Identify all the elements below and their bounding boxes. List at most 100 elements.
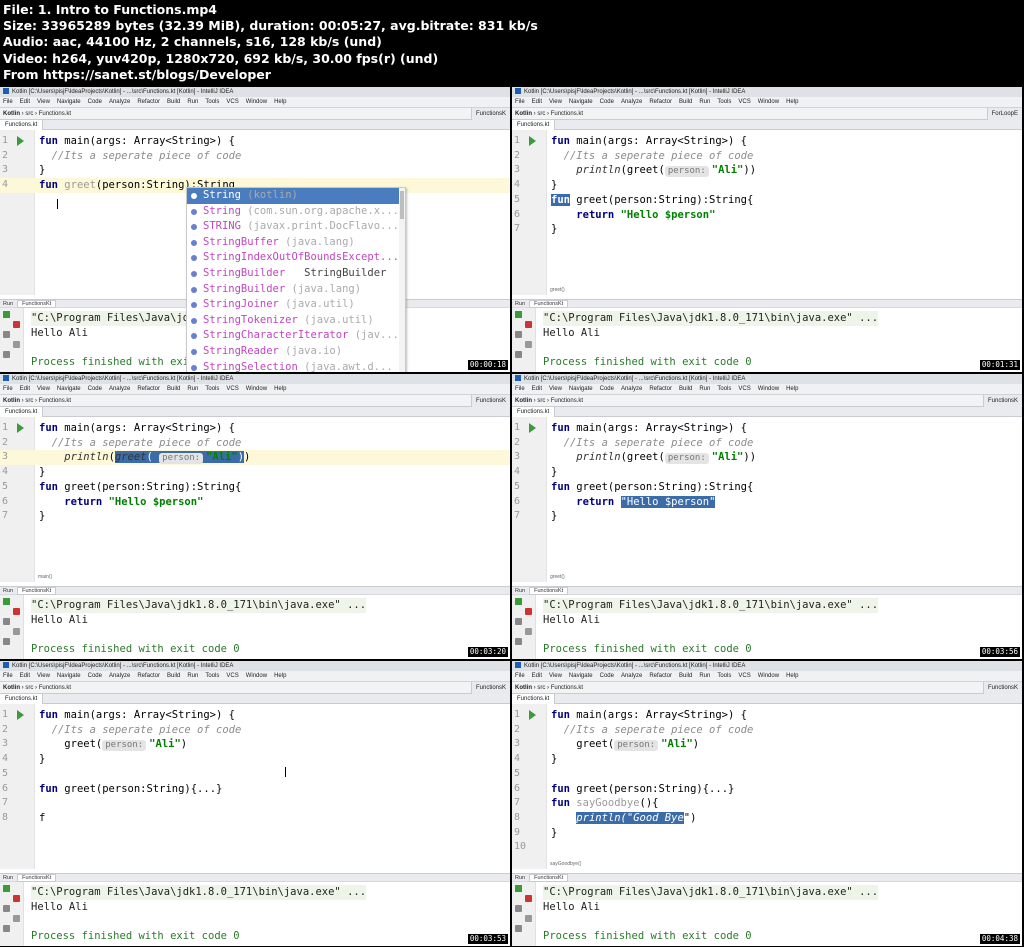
menu-item[interactable]: View <box>549 386 562 392</box>
run-config-tab[interactable]: FunctionsK <box>470 682 510 694</box>
code-text[interactable]: println (greet( person: "Ali")) <box>39 450 250 465</box>
dump-icon[interactable] <box>13 628 20 635</box>
breadcrumb-file[interactable]: Functions.kt <box>39 111 71 117</box>
menu-item[interactable]: VCS <box>226 386 238 392</box>
autocomplete-item[interactable]: StringBuffer (java.lang) <box>187 235 405 251</box>
breadcrumb-project[interactable]: Kotlin <box>515 685 532 691</box>
rerun-icon[interactable] <box>3 311 10 318</box>
run-config-tab[interactable]: FunctionsKt <box>529 300 569 308</box>
menu-item[interactable]: Build <box>679 386 692 392</box>
settings-icon[interactable] <box>515 925 522 932</box>
code-text[interactable]: fun greet(person:String):String{ <box>551 480 753 495</box>
autocomplete-item[interactable]: StringReader (java.io) <box>187 344 405 360</box>
code-text[interactable]: fun main(args: Array<String>) { <box>551 421 747 436</box>
run-config-tab[interactable]: ForLoopE <box>986 108 1022 120</box>
breadcrumb-file[interactable]: Functions.kt <box>551 398 583 404</box>
menu-item[interactable]: View <box>37 386 50 392</box>
editor-tab-functions[interactable]: Functions.kt <box>512 120 556 130</box>
menu-item[interactable]: Tools <box>205 673 219 679</box>
editor-tab-functions[interactable]: Functions.kt <box>512 694 556 704</box>
pause-icon[interactable] <box>515 618 522 625</box>
code-text[interactable]: fun greet(person:String):String{ <box>551 193 753 208</box>
menu-item[interactable]: Code <box>600 99 614 105</box>
run-gutter-icon[interactable] <box>529 423 536 433</box>
breadcrumb-project[interactable]: Kotlin <box>3 398 20 404</box>
menu-item[interactable]: Window <box>246 99 267 105</box>
menu-item[interactable]: Navigate <box>569 673 593 679</box>
menu-item[interactable]: Window <box>246 386 267 392</box>
menu-item[interactable]: Navigate <box>57 673 81 679</box>
menu-item[interactable]: Help <box>786 99 798 105</box>
code-text[interactable]: fun sayGoodbye(){ <box>551 796 658 811</box>
code-text[interactable]: } <box>551 465 557 480</box>
menu-item[interactable]: Analyze <box>621 673 642 679</box>
code-text[interactable]: println("Good Bye") <box>551 811 696 826</box>
menu-item[interactable]: Help <box>274 386 286 392</box>
menu-item[interactable]: Analyze <box>109 99 130 105</box>
stop-icon[interactable] <box>525 608 532 615</box>
popup-scrollbar[interactable] <box>399 188 405 372</box>
menu-item[interactable]: Help <box>786 673 798 679</box>
run-config-tab[interactable]: FunctionsK <box>982 395 1022 407</box>
menu-item[interactable]: Refactor <box>649 673 672 679</box>
run-gutter-icon[interactable] <box>529 136 536 146</box>
menu-item[interactable]: Refactor <box>649 99 672 105</box>
code-editor[interactable]: 1 fun main(args: Array<String>) {2 //Its … <box>512 130 1022 295</box>
menu-item[interactable]: Build <box>167 673 180 679</box>
code-text[interactable]: } <box>551 826 557 841</box>
code-editor[interactable]: 1 fun main(args: Array<String>) {2 //Its … <box>512 704 1022 869</box>
menu-item[interactable]: VCS <box>738 673 750 679</box>
dump-icon[interactable] <box>13 915 20 922</box>
pause-icon[interactable] <box>3 331 10 338</box>
code-text[interactable]: println(greet(person: "Ali")) <box>551 163 756 178</box>
menu-item[interactable]: File <box>515 99 525 105</box>
stop-icon[interactable] <box>525 321 532 328</box>
menu-item[interactable]: Refactor <box>137 99 160 105</box>
editor-tab-functions[interactable]: Functions.kt <box>0 120 44 130</box>
menu-item[interactable]: Help <box>274 673 286 679</box>
menu-item[interactable]: Navigate <box>57 386 81 392</box>
code-text[interactable]: } <box>551 509 557 524</box>
menu-item[interactable]: Refactor <box>137 673 160 679</box>
editor-tab-functions[interactable]: Functions.kt <box>0 694 44 704</box>
run-gutter-icon[interactable] <box>17 423 24 433</box>
menu-item[interactable]: Tools <box>717 386 731 392</box>
menu-item[interactable]: Code <box>88 386 102 392</box>
breadcrumb-file[interactable]: Functions.kt <box>551 685 583 691</box>
settings-icon[interactable] <box>3 638 10 645</box>
menu-item[interactable]: Tools <box>717 99 731 105</box>
settings-icon[interactable] <box>515 351 522 358</box>
menu-item[interactable]: Window <box>758 386 779 392</box>
code-text[interactable]: //Its a seperate piece of code <box>39 723 242 738</box>
menu-item[interactable]: File <box>3 99 13 105</box>
code-text[interactable]: fun main(args: Array<String>) { <box>39 708 235 723</box>
autocomplete-item[interactable]: StringIndexOutOfBoundsExcept... <box>187 250 405 266</box>
autocomplete-item[interactable]: StringSelection (java.awt.d... <box>187 360 405 372</box>
menu-item[interactable]: Analyze <box>621 99 642 105</box>
code-text[interactable]: } <box>39 163 45 178</box>
stop-icon[interactable] <box>13 608 20 615</box>
code-editor[interactable]: 1 fun main(args: Array<String>) {2 //Its … <box>0 417 510 582</box>
code-text[interactable]: } <box>551 222 557 237</box>
menu-item[interactable]: Code <box>88 673 102 679</box>
autocomplete-item[interactable]: StringTokenizer (java.util) <box>187 313 405 329</box>
settings-icon[interactable] <box>3 351 10 358</box>
breadcrumb-project[interactable]: Kotlin <box>3 111 20 117</box>
stop-icon[interactable] <box>13 895 20 902</box>
menu-item[interactable]: File <box>515 673 525 679</box>
run-gutter-icon[interactable] <box>17 710 24 720</box>
code-text[interactable]: //Its a seperate piece of code <box>39 436 242 451</box>
autocomplete-item[interactable]: String (com.sun.org.apache.x... <box>187 204 405 220</box>
stop-icon[interactable] <box>525 895 532 902</box>
run-config-tab[interactable]: FunctionsK <box>470 395 510 407</box>
menu-item[interactable]: View <box>549 99 562 105</box>
run-config-tab[interactable]: FunctionsK <box>470 108 510 120</box>
menu-item[interactable]: Refactor <box>649 386 672 392</box>
run-gutter-icon[interactable] <box>529 710 536 720</box>
rerun-icon[interactable] <box>515 885 522 892</box>
code-text[interactable]: fun greet(person:String):String{ <box>39 480 241 495</box>
menu-item[interactable]: Build <box>679 99 692 105</box>
rerun-icon[interactable] <box>515 311 522 318</box>
menu-item[interactable]: Navigate <box>569 99 593 105</box>
code-text[interactable]: greet(person: "Ali") <box>551 737 699 752</box>
